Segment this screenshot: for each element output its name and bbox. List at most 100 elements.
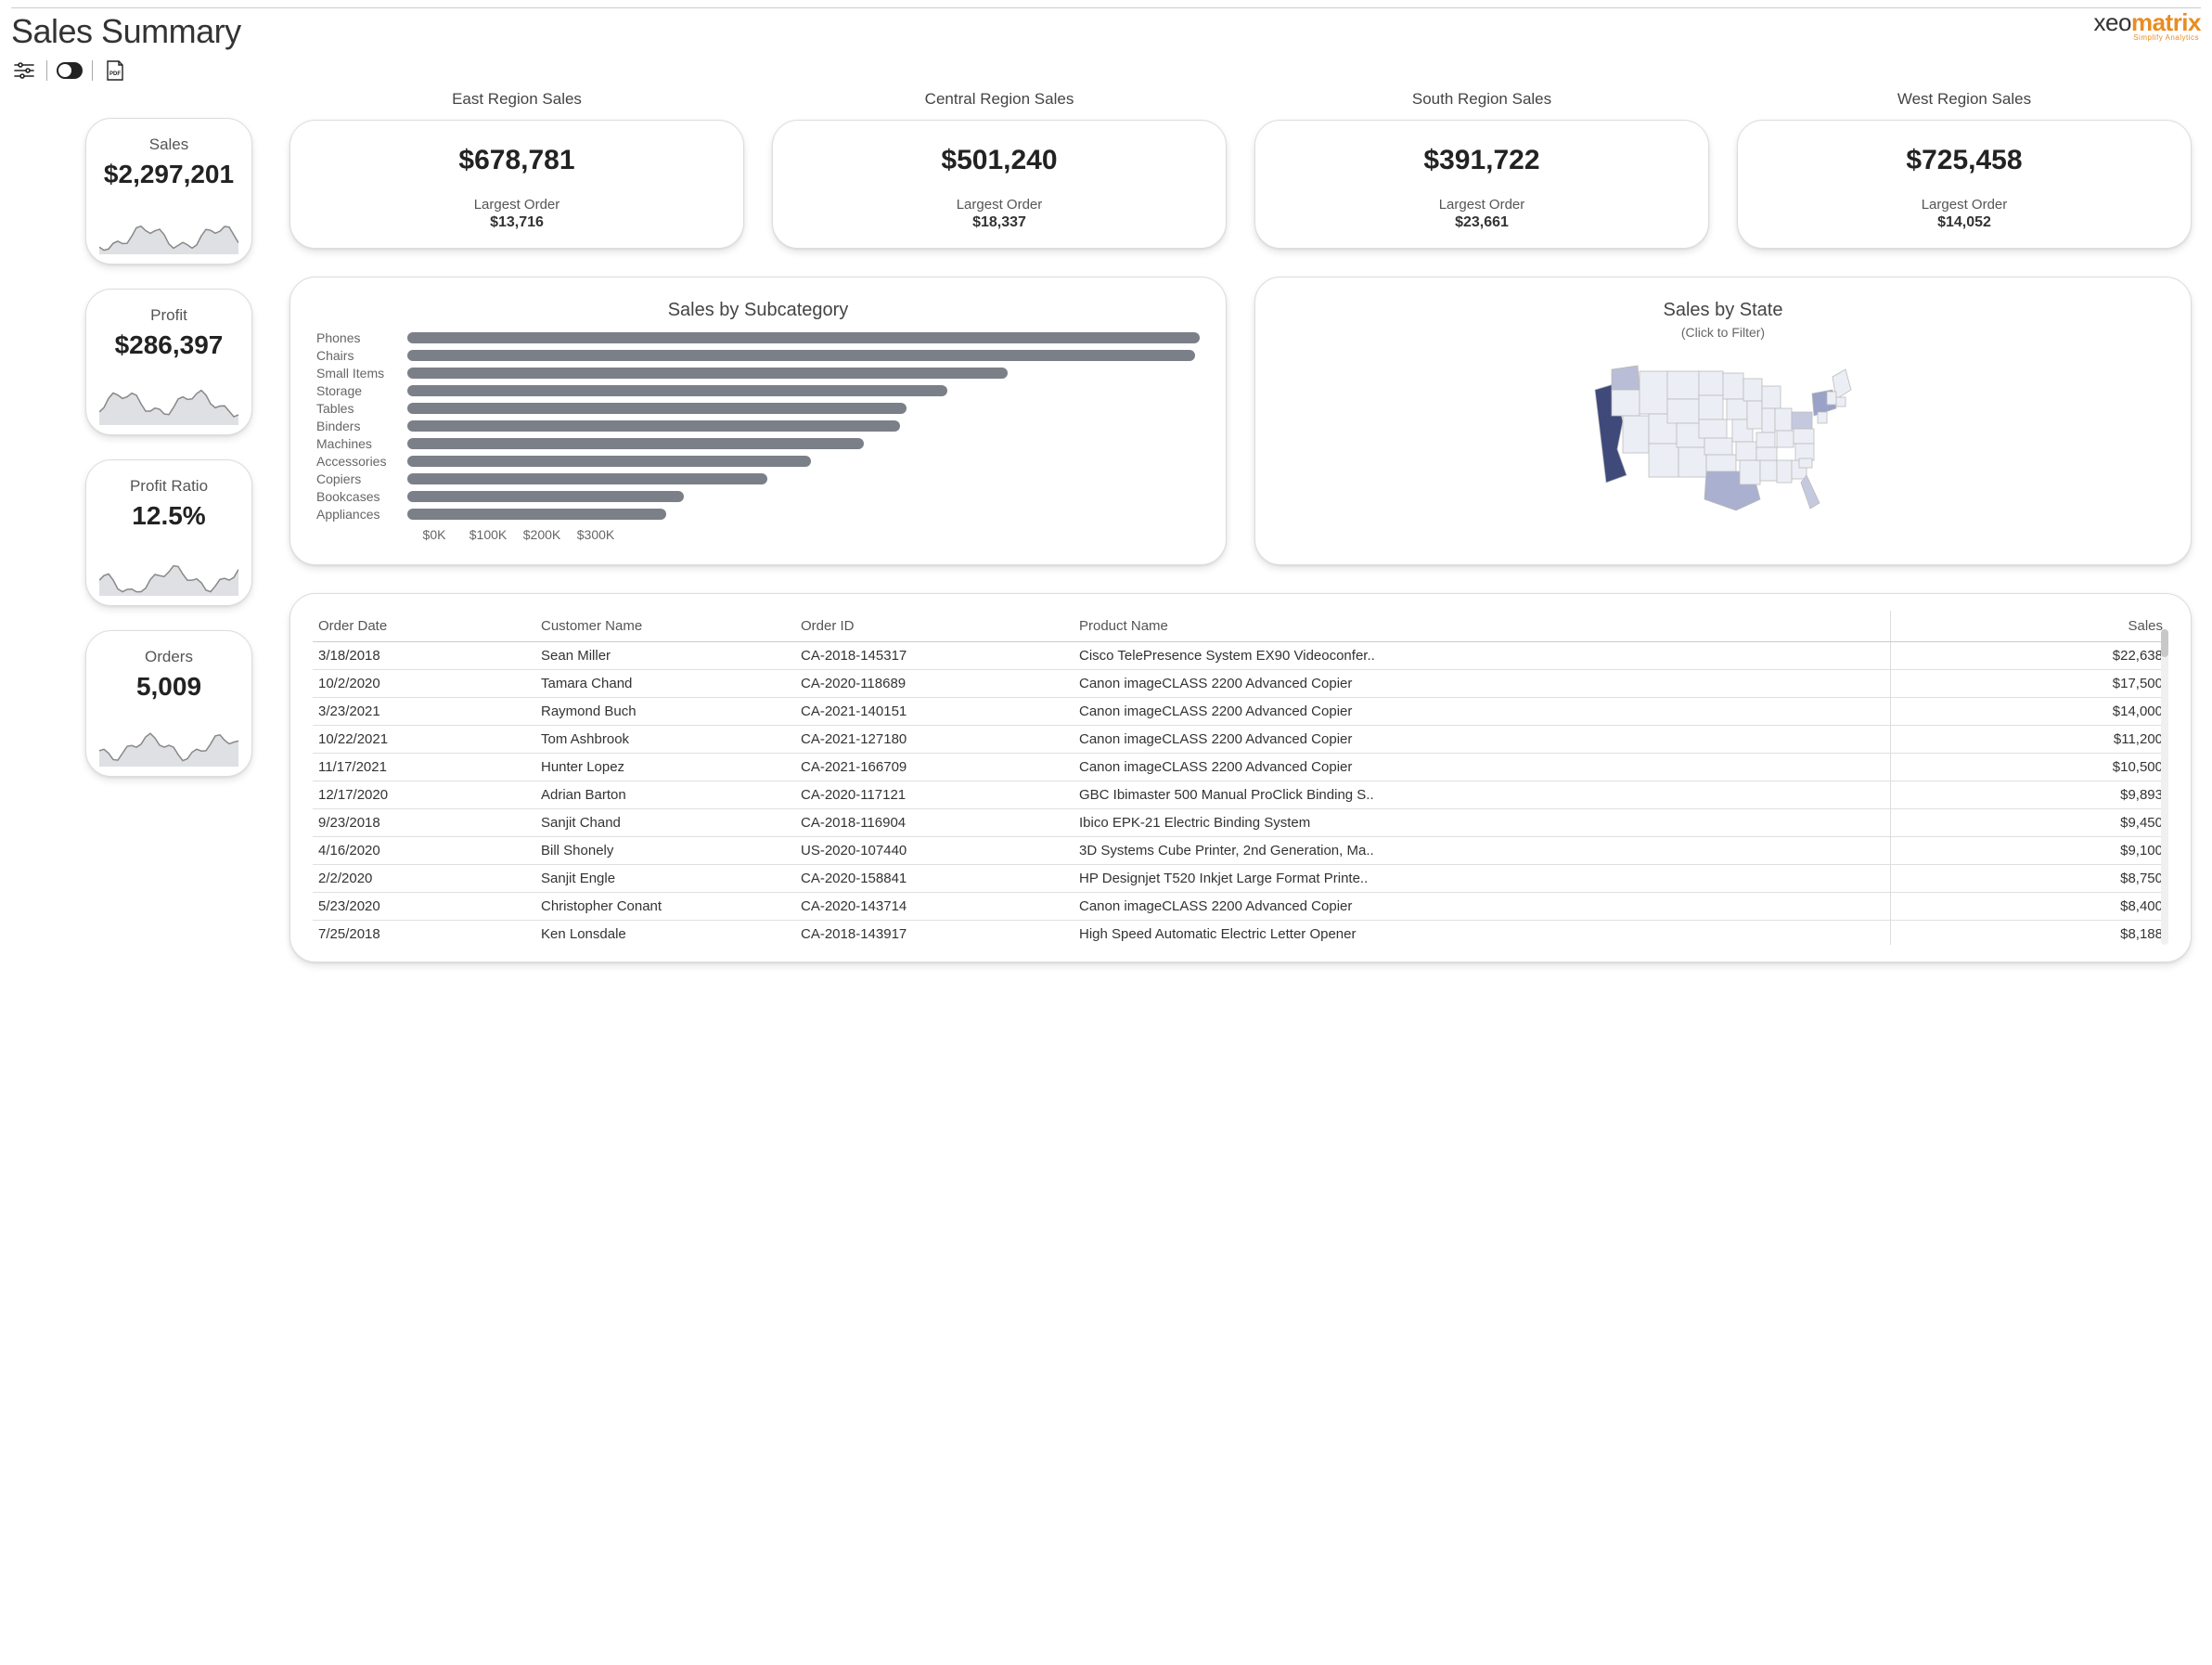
kpi-card-orders[interactable]: Orders 5,009 (85, 630, 252, 777)
kpi-card-profit-ratio[interactable]: Profit Ratio 12.5% (85, 459, 252, 606)
cell-sales: $8,188 (1890, 921, 2168, 946)
th-customer[interactable]: Customer Name (535, 611, 795, 642)
state-la[interactable] (1740, 460, 1760, 484)
table-row[interactable]: 4/16/2020 Bill Shonely US-2020-107440 3D… (313, 837, 2168, 865)
bar-row[interactable]: Phones (316, 330, 1200, 345)
state-fl[interactable] (1801, 475, 1820, 509)
th-order-date[interactable]: Order Date (313, 611, 535, 642)
state-sd[interactable] (1699, 395, 1723, 419)
region-sub-value: $13,716 (300, 214, 734, 231)
bar-row[interactable]: Copiers (316, 471, 1200, 486)
region-value: $678,781 (300, 145, 734, 176)
usa-map[interactable] (1281, 349, 2165, 529)
state-sc[interactable] (1799, 458, 1812, 468)
table-row[interactable]: 3/18/2018 Sean Miller CA-2018-145317 Cis… (313, 642, 2168, 670)
state-or[interactable] (1612, 390, 1640, 416)
state-nj[interactable] (1818, 412, 1827, 423)
kpi-label: Profit Ratio (97, 477, 240, 496)
table-row[interactable]: 2/2/2020 Sanjit Engle CA-2020-158841 HP … (313, 865, 2168, 893)
axis-tick: $100K (461, 527, 515, 542)
state-wv[interactable] (1777, 431, 1794, 447)
state-in[interactable] (1762, 408, 1775, 432)
table-row[interactable]: 10/2/2020 Tamara Chand CA-2020-118689 Ca… (313, 670, 2168, 698)
region-card[interactable]: $391,722 Largest Order $23,661 (1254, 120, 1709, 249)
state-mi[interactable] (1762, 386, 1781, 408)
region-value: $725,458 (1747, 145, 2181, 176)
state-pa[interactable] (1792, 412, 1812, 429)
table-row[interactable]: 9/23/2018 Sanjit Chand CA-2018-116904 Ib… (313, 809, 2168, 837)
kpi-card-profit[interactable]: Profit $286,397 (85, 289, 252, 435)
state-wi[interactable] (1743, 379, 1762, 401)
state-ma[interactable] (1836, 397, 1845, 407)
filter-icon[interactable] (11, 60, 37, 81)
kpi-card-sales[interactable]: Sales $2,297,201 (85, 118, 252, 265)
table-row[interactable]: 7/25/2018 Ken Lonsdale CA-2018-143917 Hi… (313, 921, 2168, 946)
cell-sales: $17,500 (1890, 670, 2168, 698)
sales-by-state-card[interactable]: Sales by State (Click to Filter) (1254, 277, 2192, 565)
state-nc[interactable] (1795, 444, 1814, 460)
th-product[interactable]: Product Name (1074, 611, 1890, 642)
orders-table-card: Order Date Customer Name Order ID Produc… (289, 593, 2192, 962)
state-nd[interactable] (1699, 371, 1723, 395)
state-id[interactable] (1640, 371, 1667, 414)
bar-row[interactable]: Storage (316, 383, 1200, 398)
pdf-export-icon[interactable]: PDF (102, 60, 128, 81)
bar-row[interactable]: Tables (316, 401, 1200, 416)
region-value: $501,240 (782, 145, 1216, 176)
state-wy[interactable] (1667, 399, 1699, 423)
table-row[interactable]: 11/17/2021 Hunter Lopez CA-2021-166709 C… (313, 754, 2168, 781)
state-tn[interactable] (1756, 447, 1777, 460)
state-il[interactable] (1747, 401, 1762, 429)
region-card[interactable]: $725,458 Largest Order $14,052 (1737, 120, 2192, 249)
state-va[interactable] (1794, 429, 1814, 444)
state-ky[interactable] (1756, 432, 1775, 447)
region-card[interactable]: $501,240 Largest Order $18,337 (772, 120, 1227, 249)
state-mt[interactable] (1667, 371, 1699, 399)
bar-row[interactable]: Bookcases (316, 489, 1200, 504)
state-al[interactable] (1777, 460, 1792, 483)
region-block: West Region Sales $725,458 Largest Order… (1737, 90, 2192, 249)
table-row[interactable]: 5/23/2020 Christopher Conant CA-2020-143… (313, 893, 2168, 921)
bar-row[interactable]: Small Items (316, 366, 1200, 381)
bar-row[interactable]: Binders (316, 419, 1200, 433)
state-oh[interactable] (1775, 408, 1792, 431)
state-nv[interactable] (1623, 416, 1649, 453)
sales-by-subcategory-card[interactable]: Sales by Subcategory Phones Chairs Small… (289, 277, 1227, 565)
table-row[interactable]: 3/23/2021 Raymond Buch CA-2021-140151 Ca… (313, 698, 2168, 726)
bar-row[interactable]: Machines (316, 436, 1200, 451)
sparkline (97, 369, 240, 425)
cell-date: 9/23/2018 (313, 809, 535, 837)
cell-sales: $14,000 (1890, 698, 2168, 726)
state-vt[interactable] (1827, 392, 1836, 405)
theme-toggle[interactable] (57, 60, 83, 81)
cell-customer: Ken Lonsdale (535, 921, 795, 946)
bar-row[interactable]: Chairs (316, 348, 1200, 363)
cell-product: Ibico EPK-21 Electric Binding System (1074, 809, 1890, 837)
state-ms[interactable] (1760, 460, 1777, 481)
state-ok[interactable] (1706, 455, 1736, 471)
state-nm[interactable] (1678, 447, 1706, 477)
cell-product: Canon imageCLASS 2200 Advanced Copier (1074, 893, 1890, 921)
cell-customer: Hunter Lopez (535, 754, 795, 781)
toolbar: PDF (11, 60, 241, 81)
orders-table[interactable]: Order Date Customer Name Order ID Produc… (313, 611, 2168, 945)
bar-row[interactable]: Appliances (316, 507, 1200, 522)
cell-product: 3D Systems Cube Printer, 2nd Generation,… (1074, 837, 1890, 865)
bar-label: Copiers (316, 471, 400, 486)
state-ne[interactable] (1699, 419, 1727, 438)
table-scrollbar[interactable] (2161, 629, 2168, 945)
table-row[interactable]: 10/22/2021 Tom Ashbrook CA-2021-127180 C… (313, 726, 2168, 754)
state-ks[interactable] (1704, 438, 1732, 455)
cell-product: Canon imageCLASS 2200 Advanced Copier (1074, 670, 1890, 698)
state-mn[interactable] (1723, 373, 1743, 399)
region-card[interactable]: $678,781 Largest Order $13,716 (289, 120, 744, 249)
th-sales[interactable]: Sales (1890, 611, 2168, 642)
bar-row[interactable]: Accessories (316, 454, 1200, 469)
state-ia[interactable] (1727, 399, 1747, 419)
table-row[interactable]: 12/17/2020 Adrian Barton CA-2020-117121 … (313, 781, 2168, 809)
state-wa[interactable] (1612, 366, 1640, 394)
th-order-id[interactable]: Order ID (795, 611, 1074, 642)
state-ar[interactable] (1736, 442, 1756, 460)
cell-customer: Adrian Barton (535, 781, 795, 809)
state-az[interactable] (1649, 444, 1678, 477)
